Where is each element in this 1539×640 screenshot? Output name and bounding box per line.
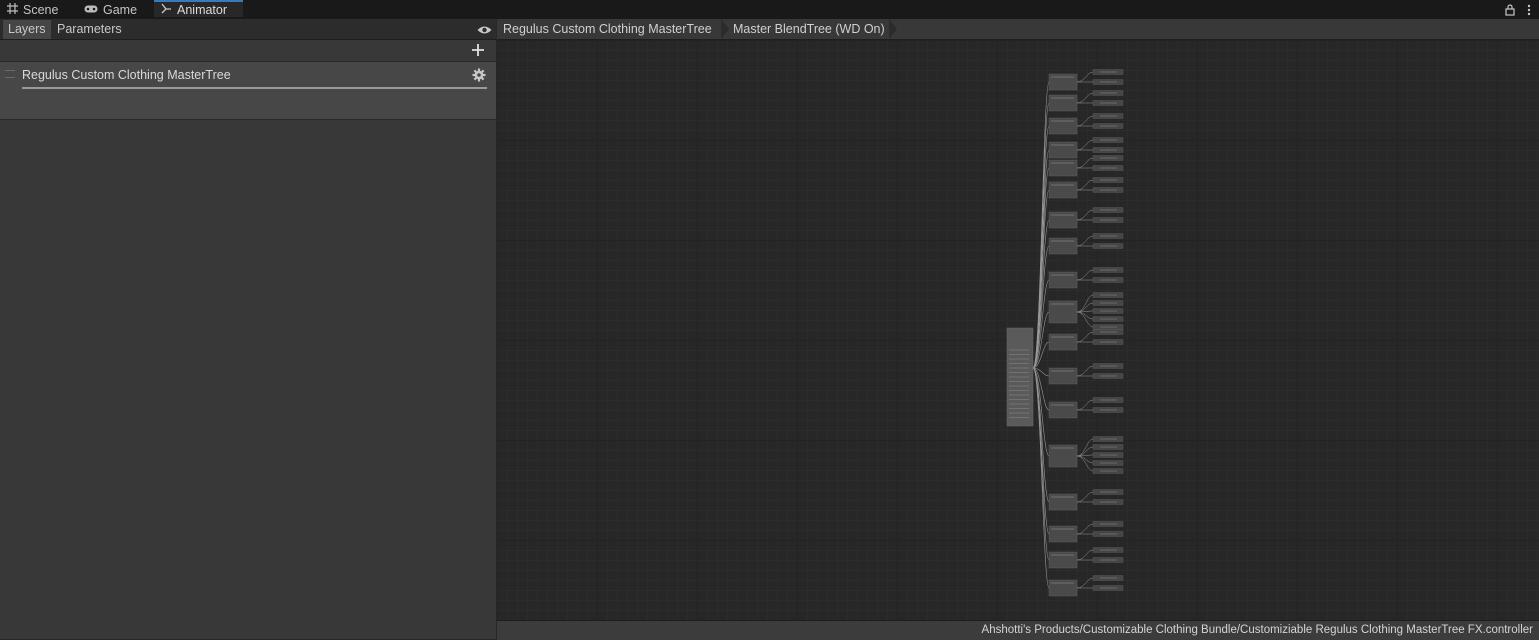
tab-parameters[interactable]: Parameters — [52, 20, 127, 39]
tab-animator-label: Animator — [177, 2, 228, 17]
connection-line — [1076, 115, 1094, 127]
connection-line — [1076, 92, 1094, 104]
asset-path: Ahshotti's Products/Customizable Clothin… — [981, 624, 1533, 636]
child-blend-node — [1048, 211, 1078, 229]
connection-line — [1032, 367, 1050, 589]
connection-line — [1076, 491, 1094, 503]
drag-handle-icon[interactable] — [5, 70, 15, 78]
tab-layers[interactable]: Layers — [3, 20, 51, 39]
child-blend-node — [1048, 181, 1078, 199]
connection-line — [1076, 157, 1094, 169]
tab-scene[interactable]: Scene — [7, 0, 58, 19]
tab-game-label: Game — [103, 2, 138, 17]
layer-weight-bar[interactable] — [22, 87, 487, 89]
connection-line — [1076, 399, 1094, 411]
child-blend-node — [1048, 271, 1078, 289]
child-blend-node — [1048, 401, 1078, 419]
layer-toolbar — [0, 40, 496, 62]
tab-animator[interactable]: Animator — [154, 0, 243, 17]
child-blend-node — [1048, 237, 1078, 255]
connection-line — [1076, 235, 1094, 247]
connection-line — [1076, 331, 1094, 343]
connection-line — [1076, 311, 1094, 328]
add-layer-button[interactable] — [470, 42, 486, 58]
status-bar: Ahshotti's Products/Customizable Clothin… — [497, 620, 1539, 640]
connection-line — [1076, 523, 1094, 535]
tab-game[interactable]: Game — [84, 0, 137, 19]
connection-line — [1076, 549, 1094, 561]
layer-name: Regulus Custom Clothing MasterTree — [22, 68, 231, 82]
breadcrumb-item-root[interactable]: Regulus Custom Clothing MasterTree — [497, 19, 712, 39]
child-blend-node — [1048, 493, 1078, 511]
gamepad-icon — [84, 3, 98, 17]
tab-scene-label: Scene — [23, 2, 59, 17]
child-blend-node — [1048, 525, 1078, 543]
child-blend-node — [1048, 579, 1078, 597]
panel-tab-bar: Layers Parameters — [0, 19, 496, 40]
window-tab-bar: Scene Game Animator — [0, 0, 1539, 19]
connection-line — [1076, 71, 1094, 83]
plus-icon — [472, 44, 484, 56]
connection-line — [1076, 139, 1094, 151]
child-blend-node — [1048, 367, 1078, 385]
breadcrumb-separator — [889, 19, 897, 39]
gear-icon[interactable] — [472, 68, 486, 87]
child-blend-node — [1048, 551, 1078, 569]
layers-panel: Layers Parameters Regulus Custom Clothin… — [0, 19, 496, 639]
child-blend-node — [1048, 94, 1078, 112]
connection-line — [1076, 179, 1094, 191]
connection-line — [1076, 269, 1094, 281]
graph-canvas[interactable] — [497, 40, 1539, 620]
breadcrumb-item-blendtree[interactable]: Master BlendTree (WD On) — [727, 19, 885, 39]
child-blend-node — [1048, 73, 1078, 91]
layer-item[interactable]: Regulus Custom Clothing MasterTree — [0, 62, 496, 120]
grid-icon — [7, 2, 18, 17]
child-blend-node — [1048, 333, 1078, 351]
breadcrumb: Regulus Custom Clothing MasterTree Maste… — [497, 19, 1539, 40]
connection-line — [1076, 365, 1094, 377]
connection-line — [1076, 455, 1094, 472]
animator-graph-panel: Regulus Custom Clothing MasterTree Maste… — [497, 19, 1539, 640]
eye-icon[interactable] — [477, 22, 492, 40]
child-blend-node — [1048, 117, 1078, 135]
blend-tree-diagram — [1006, 69, 1124, 597]
connection-line — [1032, 81, 1050, 369]
connection-line — [1076, 209, 1094, 221]
child-blend-node — [1048, 159, 1078, 177]
animator-icon — [161, 3, 172, 17]
child-blend-node — [1048, 141, 1078, 159]
connection-line — [1076, 577, 1094, 589]
